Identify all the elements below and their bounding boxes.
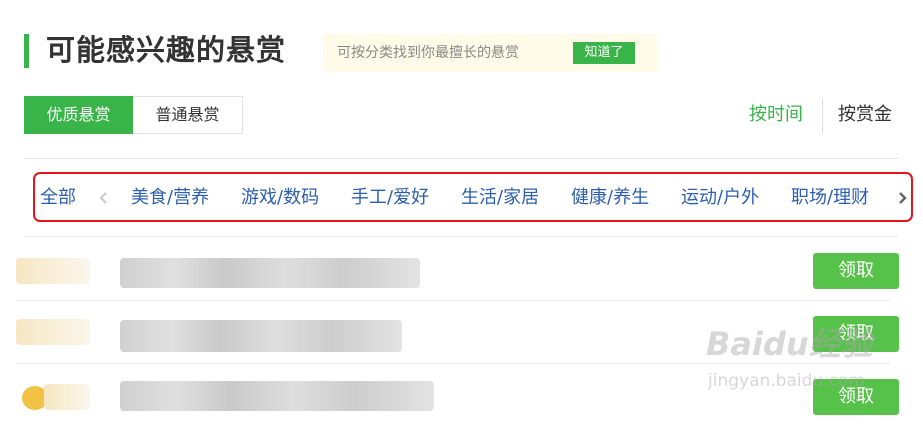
tip-banner: 可按分类找到你最擅长的悬赏 知道了 <box>323 34 657 72</box>
claim-button[interactable]: 领取 <box>813 316 899 352</box>
category-health[interactable]: 健康/养生 <box>571 186 649 210</box>
sort-by-amount[interactable]: 按赏金 <box>838 103 892 127</box>
tab-normal-bounty[interactable]: 普通悬赏 <box>133 96 243 134</box>
sort-divider <box>822 98 823 134</box>
category-finance[interactable]: 职场/理财 <box>791 186 869 210</box>
blurred-question-text <box>120 381 434 411</box>
claim-button[interactable]: 领取 <box>813 379 899 415</box>
tip-text: 可按分类找到你最擅长的悬赏 <box>337 45 519 61</box>
category-crafts[interactable]: 手工/爱好 <box>351 186 429 210</box>
category-outdoor[interactable]: 运动/户外 <box>681 186 759 210</box>
blurred-question-text <box>120 320 402 352</box>
chevron-right-icon[interactable] <box>894 190 910 206</box>
tab-quality-bounty[interactable]: 优质悬赏 <box>24 96 133 134</box>
blurred-avatar <box>16 258 90 284</box>
divider <box>16 300 891 301</box>
page-title: 可能感兴趣的悬赏 <box>46 33 287 67</box>
claim-button[interactable]: 领取 <box>813 253 899 289</box>
divider <box>24 236 899 237</box>
sort-by-time[interactable]: 按时间 <box>749 103 803 127</box>
tip-dismiss-button[interactable]: 知道了 <box>573 42 635 64</box>
chevron-left-icon[interactable] <box>96 190 112 206</box>
blurred-avatar <box>16 319 90 345</box>
divider <box>24 158 899 159</box>
category-home[interactable]: 生活/家居 <box>461 186 539 210</box>
divider <box>16 363 891 364</box>
category-all[interactable]: 全部 <box>40 186 76 210</box>
blurred-avatar <box>44 384 90 410</box>
title-accent-bar <box>24 34 29 68</box>
category-games[interactable]: 游戏/数码 <box>241 186 319 210</box>
category-food[interactable]: 美食/营养 <box>131 186 209 210</box>
blurred-question-text <box>120 258 420 288</box>
